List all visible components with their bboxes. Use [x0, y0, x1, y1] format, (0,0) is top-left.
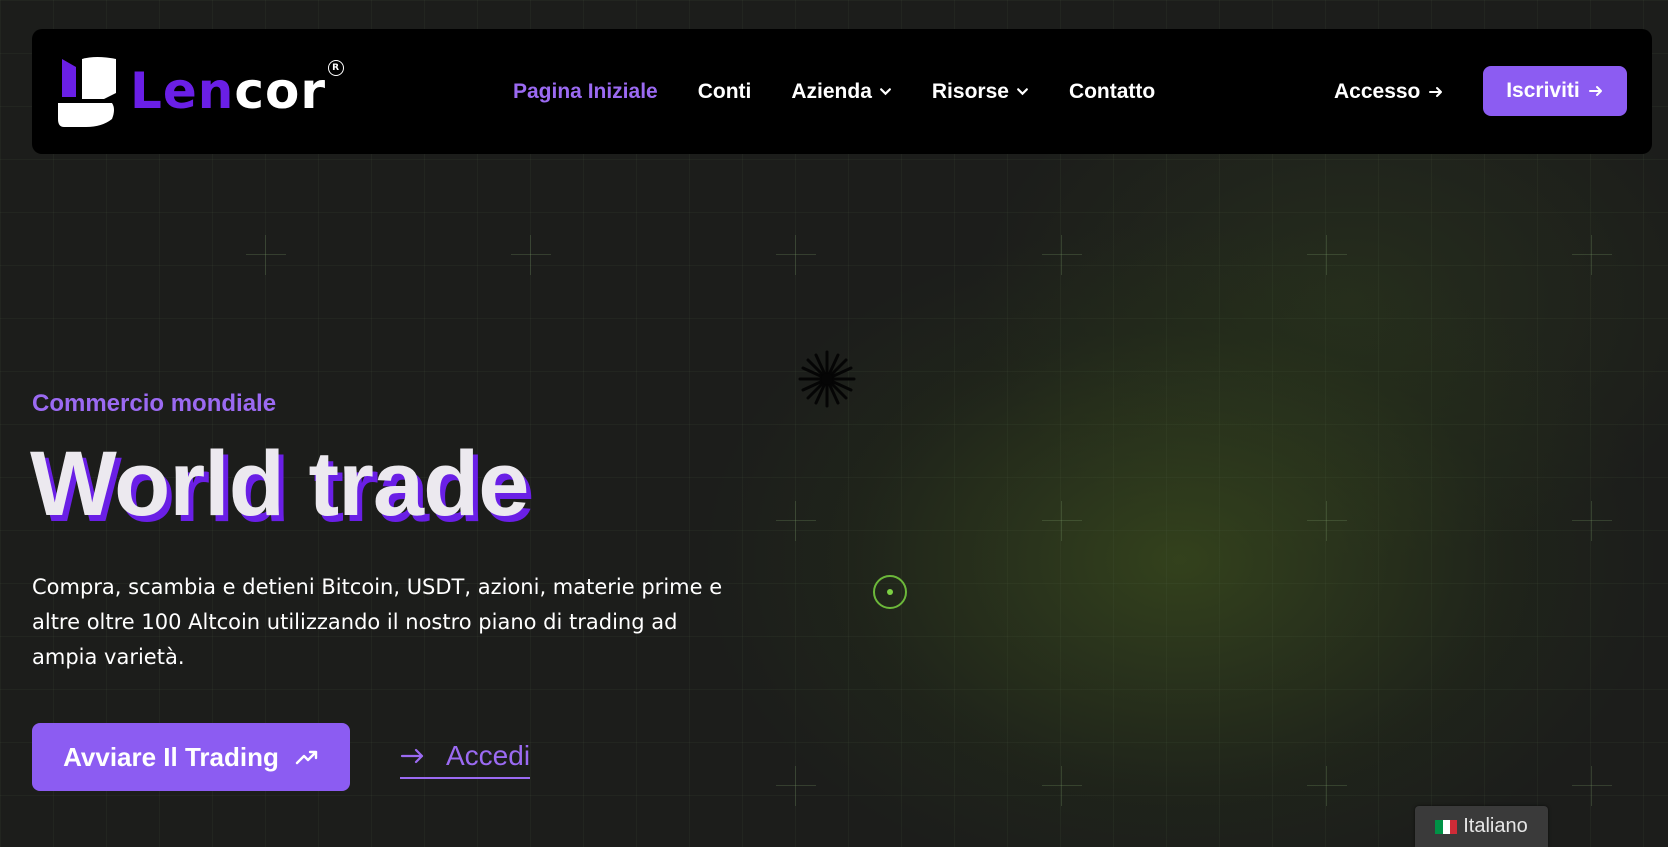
- signup-button[interactable]: Iscriviti: [1483, 66, 1627, 116]
- site-header: Lencor R Pagina Iniziale Conti Azienda Ri…: [32, 29, 1652, 154]
- grid-plus-mark: [776, 501, 816, 541]
- brand-logo[interactable]: Lencor R: [56, 51, 345, 131]
- chevron-down-icon: [1017, 88, 1028, 96]
- accedi-link[interactable]: Accedi: [400, 735, 531, 779]
- brand-logo-icon: [58, 57, 116, 127]
- grid-plus-mark: [511, 235, 551, 275]
- arrow-right-icon: [1429, 86, 1443, 97]
- arrow-right-icon: [1588, 86, 1602, 96]
- brand-name: Lencor R: [130, 60, 345, 116]
- nav-item-conti[interactable]: Conti: [698, 80, 752, 104]
- pulse-dot-icon: [873, 575, 907, 609]
- nav-item-azienda[interactable]: Azienda: [791, 80, 892, 104]
- grid-plus-mark: [1307, 766, 1347, 806]
- trending-up-icon: [295, 750, 318, 765]
- grid-plus-mark: [776, 235, 816, 275]
- language-label: Italiano: [1463, 815, 1528, 837]
- nav-item-risorse[interactable]: Risorse: [932, 80, 1029, 104]
- grid-plus-mark: [246, 235, 286, 275]
- grid-plus-mark: [1572, 235, 1612, 275]
- grid-plus-mark: [1572, 766, 1612, 806]
- grid-plus-mark: [1572, 501, 1612, 541]
- sparkle-star-icon: [798, 350, 856, 408]
- nav-item-pagina-iniziale[interactable]: Pagina Iniziale: [513, 80, 658, 104]
- grid-plus-mark: [1307, 501, 1347, 541]
- hero-eyebrow: Commercio mondiale: [32, 390, 277, 417]
- grid-plus-mark: [776, 766, 816, 806]
- language-selector[interactable]: Italiano: [1415, 806, 1548, 847]
- hero-description: Compra, scambia e detieni Bitcoin, USDT,…: [32, 575, 723, 669]
- arrow-right-icon: [400, 748, 424, 764]
- italy-flag-icon: [1435, 819, 1458, 834]
- nav-item-contatto[interactable]: Contatto: [1069, 80, 1155, 104]
- start-trading-button[interactable]: Avviare Il Trading: [32, 723, 350, 791]
- registered-mark: R: [328, 60, 345, 76]
- grid-plus-mark: [1042, 766, 1082, 806]
- login-link[interactable]: Accesso: [1334, 29, 1444, 154]
- chevron-down-icon: [879, 88, 891, 96]
- hero-title: World trade: [30, 433, 529, 535]
- main-nav: Pagina Iniziale Conti Azienda Risorse Co…: [513, 29, 1195, 154]
- grid-plus-mark: [1042, 501, 1082, 541]
- grid-plus-mark: [1042, 235, 1082, 275]
- grid-plus-mark: [1307, 235, 1347, 275]
